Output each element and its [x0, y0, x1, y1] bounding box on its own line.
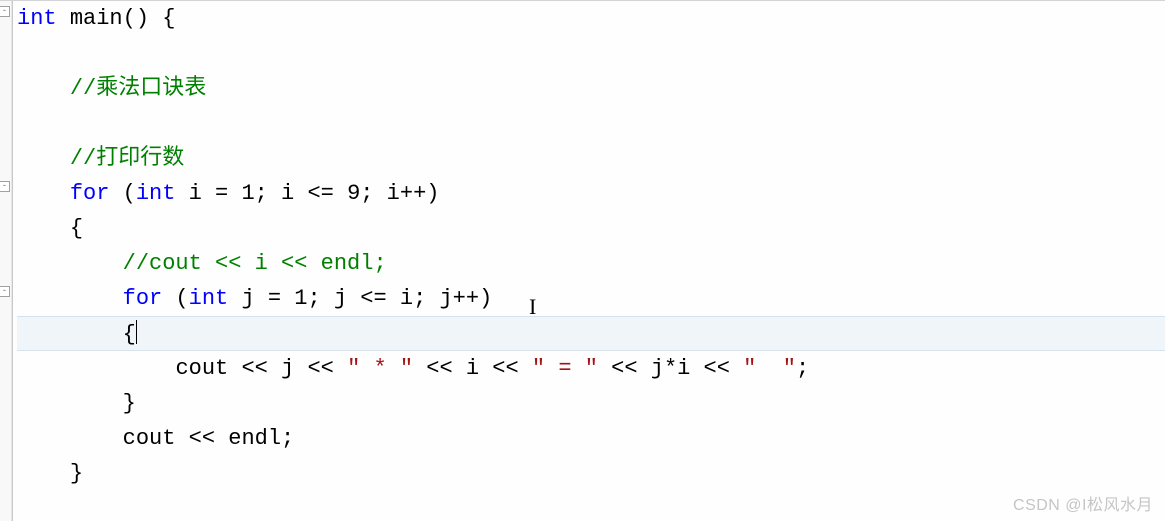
code-text: cout << j <<	[175, 356, 347, 381]
caret-icon	[136, 320, 137, 344]
watermark: CSDN @I松风水月	[1013, 491, 1153, 515]
code-text: i = 1; i <= 9; i++)	[175, 181, 439, 206]
code-line[interactable]: //打印行数	[17, 141, 1165, 176]
code-area[interactable]: int main() { //乘法口诀表 //打印行数 for (int i =…	[13, 1, 1165, 521]
string-literal: " * "	[347, 356, 413, 381]
code-line[interactable]: }	[17, 386, 1165, 421]
comment: //打印行数	[70, 146, 184, 171]
brace: {	[70, 216, 83, 241]
keyword-type: int	[17, 6, 57, 31]
code-editor[interactable]: - - - int main() { //乘法口诀表 //打印行数 for (i…	[0, 0, 1165, 521]
code-line[interactable]: for (int j = 1; j <= i; j++)I	[17, 281, 1165, 316]
keyword: for	[123, 286, 163, 311]
keyword-type: int	[136, 181, 176, 206]
code-line[interactable]: cout << endl;	[17, 421, 1165, 456]
comment: //乘法口诀表	[70, 76, 206, 101]
fold-icon[interactable]: -	[0, 6, 10, 17]
code-line[interactable]	[17, 106, 1165, 141]
code-text: cout << endl;	[123, 426, 295, 451]
code-line[interactable]: for (int i = 1; i <= 9; i++)	[17, 176, 1165, 211]
brace: }	[123, 391, 136, 416]
function-name: main	[70, 6, 123, 31]
brace: {	[123, 322, 136, 347]
code-line[interactable]: int main() {	[17, 1, 1165, 36]
fold-icon[interactable]: -	[0, 181, 10, 192]
code-line[interactable]: {	[17, 211, 1165, 246]
code-line[interactable]: }	[17, 456, 1165, 491]
code-line-current[interactable]: {	[17, 316, 1165, 351]
keyword: for	[70, 181, 110, 206]
code-line[interactable]: //乘法口诀表	[17, 71, 1165, 106]
code-text: j = 1; j <= i; j++)	[228, 286, 492, 311]
brace: }	[70, 461, 83, 486]
code-text: () {	[123, 6, 176, 31]
code-line[interactable]: cout << j << " * " << i << " = " << j*i …	[17, 351, 1165, 386]
code-line[interactable]	[17, 36, 1165, 71]
string-literal: " "	[743, 356, 796, 381]
keyword-type: int	[189, 286, 229, 311]
fold-gutter: - - -	[0, 1, 12, 521]
fold-icon[interactable]: -	[0, 286, 10, 297]
comment: //cout << i << endl;	[123, 251, 387, 276]
string-literal: " = "	[532, 356, 598, 381]
code-line[interactable]: //cout << i << endl;	[17, 246, 1165, 281]
